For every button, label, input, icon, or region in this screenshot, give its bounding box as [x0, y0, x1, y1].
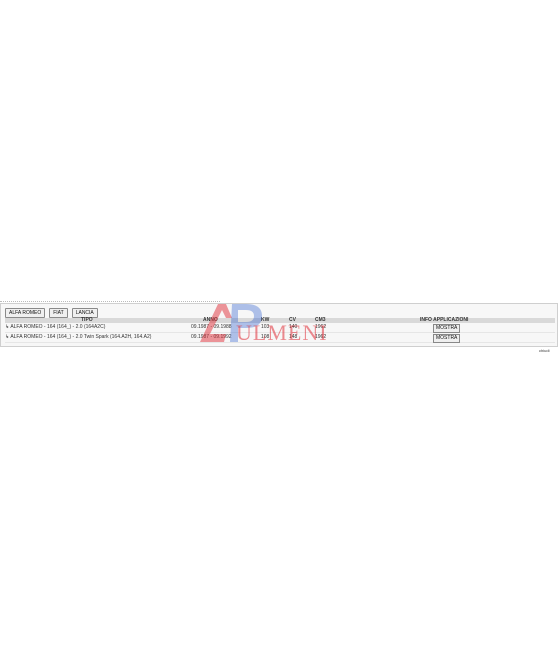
row-cv: 148 [289, 334, 298, 340]
brand-button-alfa-romeo[interactable]: ALFA ROMEO [5, 308, 46, 318]
close-link[interactable]: chiudi [539, 348, 549, 353]
vehicle-table: TIPO ANNO KW CV CM3 INFO APPLICAZIONI ↳ … [5, 318, 555, 343]
row-cm3: 1962 [315, 324, 327, 330]
row-tipo: ↳ ALFA ROMEO - 164 (164_) - 2.0 Twin Spa… [5, 334, 152, 340]
mostra-button[interactable]: MOSTRA [433, 334, 461, 343]
brand-button-fiat[interactable]: FIAT [49, 308, 68, 318]
row-tipo: ↳ ALFA ROMEO - 164 (164_) - 2.0 (164A2C) [5, 324, 106, 330]
table-row: ↳ ALFA ROMEO - 164 (164_) - 2.0 Twin Spa… [5, 333, 555, 343]
table-row: ↳ ALFA ROMEO - 164 (164_) - 2.0 (164A2C)… [5, 323, 555, 333]
row-cv: 140 [289, 324, 298, 330]
row-kw: 103 [261, 324, 270, 330]
row-anno: 09.1987 - 09.1988 [191, 324, 232, 330]
row-anno: 09.1987 - 09.1992 [191, 334, 232, 340]
vehicle-panel: ALFA ROMEO FIAT LANCIA TIPO ANNO KW CV C… [0, 303, 558, 347]
row-cm3: 1962 [315, 334, 327, 340]
mostra-button[interactable]: MOSTRA [433, 324, 461, 333]
row-kw: 108 [261, 334, 270, 340]
